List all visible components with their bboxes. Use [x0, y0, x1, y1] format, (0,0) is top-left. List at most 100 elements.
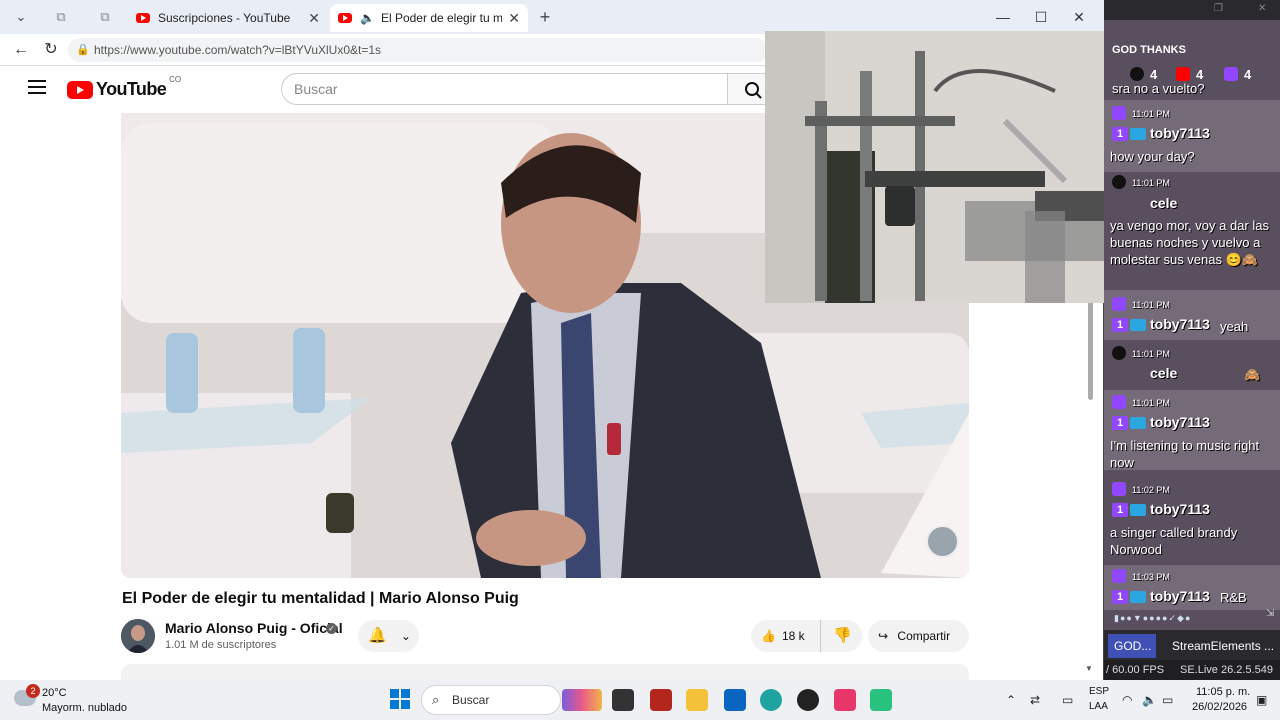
start-button[interactable]: [390, 689, 410, 709]
maximize-button[interactable]: ☐: [1026, 6, 1056, 28]
volume-icon[interactable]: 🔈: [1142, 693, 1157, 707]
obs-icon[interactable]: [797, 689, 819, 711]
close-icon[interactable]: ✕: [1258, 3, 1266, 14]
microsoft-store-icon[interactable]: [724, 689, 746, 711]
new-tab-button[interactable]: +: [532, 6, 558, 28]
search-input[interactable]: Buscar: [281, 73, 728, 105]
url-text: https://www.youtube.com/watch?v=lBtYVuXl…: [94, 43, 382, 57]
scroll-down-arrow-icon[interactable]: ▼: [1085, 664, 1093, 673]
clock-date[interactable]: 26/02/2026: [1192, 701, 1247, 713]
chat-username: cele: [1150, 195, 1178, 211]
brave-browser-icon[interactable]: [650, 689, 672, 711]
tiktok-icon: [1112, 346, 1126, 360]
youtube-logo[interactable]: YouTube CO: [67, 75, 181, 100]
restore-icon[interactable]: ❐: [1214, 3, 1223, 14]
keyboard-layout[interactable]: LAA: [1089, 701, 1108, 712]
wifi-icon[interactable]: ◠: [1122, 693, 1132, 707]
channel-avatar-image: [121, 619, 155, 653]
file-explorer-icon[interactable]: [686, 689, 708, 711]
like-dislike-group: 👍 18 k 👎: [751, 620, 862, 652]
twitch-icon: [1224, 67, 1238, 81]
chat-time: 11:01 PM: [1132, 300, 1170, 310]
chat-tab-god[interactable]: GOD...: [1108, 634, 1156, 658]
close-tab-icon[interactable]: ✕: [308, 10, 320, 27]
back-button[interactable]: ←: [10, 39, 32, 61]
chat-message-text: yeah: [1220, 319, 1249, 334]
search-icon: [745, 82, 762, 99]
system-tray: ⌃ ⇄ ▭ ESP LAA ◠ 🔈 ▭ 11:05 p. m. 26/02/20…: [1000, 680, 1280, 720]
audio-playing-icon[interactable]: 🔈: [360, 11, 375, 25]
chat-tab-streamelements[interactable]: StreamElements ...: [1166, 634, 1278, 658]
version-readout: SE.Live 26.2.5.549: [1180, 664, 1273, 676]
language-code[interactable]: ESP: [1089, 686, 1109, 697]
weather-widget[interactable]: 2 20°C Mayorm. nublado: [14, 684, 134, 716]
chat-panel: ❐ ✕ GOD THANKS 4 4 4 sra no a vuelto? 11…: [1104, 0, 1280, 680]
channel-name[interactable]: Mario Alonso Puig - Oficial: [165, 620, 343, 636]
channel-avatar[interactable]: [121, 619, 155, 653]
tiktok-live-icon[interactable]: [834, 689, 856, 711]
taskbar: 2 20°C Mayorm. nublado ⌕ Buscar ⌃ ⇄ ▭ ES…: [0, 680, 1280, 720]
tab-current-video[interactable]: 🔈 El Poder de elegir tu mentalidad | Mar…: [330, 4, 528, 32]
twitch-icon: [1112, 297, 1126, 311]
chat-message-text: 🙈: [1244, 367, 1261, 382]
minimize-button[interactable]: —: [988, 6, 1018, 28]
task-view-icon[interactable]: [612, 689, 634, 711]
chat-time: 11:01 PM: [1132, 178, 1170, 188]
chat-message-text: a singer called brandy Norwood: [1110, 525, 1238, 557]
search-button[interactable]: [728, 73, 768, 105]
youtube-play-icon: [67, 80, 93, 99]
chat-time: 11:01 PM: [1132, 398, 1170, 408]
chevron-up-icon[interactable]: ⌃: [1006, 693, 1016, 707]
chat-resize-icon[interactable]: ⇲: [1266, 608, 1274, 619]
close-tab-icon[interactable]: ✕: [508, 10, 520, 27]
chat-message-highlight: [1104, 290, 1280, 340]
share-button[interactable]: ↪ Compartir: [868, 620, 969, 652]
twitch-icon: [1112, 569, 1126, 583]
logo-text: YouTube: [96, 79, 167, 99]
emote-bar-icon[interactable]: ▮●●▼●●●●✓◆●: [1114, 613, 1264, 625]
bell-icon: 🔔: [368, 627, 387, 644]
youtube-favicon-icon: [136, 13, 150, 23]
like-button[interactable]: 👍 18 k: [751, 620, 821, 652]
lock-icon: 🔒: [76, 44, 90, 56]
chat-username: toby7113: [1150, 316, 1210, 332]
menu-icon[interactable]: [28, 80, 46, 94]
notification-icon[interactable]: ▣: [1256, 693, 1267, 707]
verified-icon: ✓: [326, 623, 337, 634]
prime-badge-icon: [1130, 591, 1146, 603]
clock-time[interactable]: 11:05 p. m.: [1196, 686, 1250, 698]
tab-subscriptions[interactable]: Suscripciones - YouTube ✕: [128, 4, 328, 32]
subscriber-badge-icon: 1: [1112, 127, 1128, 141]
prime-badge-icon: [1130, 504, 1146, 516]
chat-app-icon[interactable]: [870, 689, 892, 711]
workspace-icon[interactable]: ⧉: [48, 6, 74, 28]
battery-icon[interactable]: ▭: [1162, 693, 1173, 707]
youtube-favicon-icon: [338, 13, 352, 23]
edge-browser-icon[interactable]: [760, 689, 782, 711]
search-highlight-icon[interactable]: [562, 689, 602, 711]
chat-username: cele: [1150, 365, 1178, 381]
dislike-button[interactable]: 👎: [823, 620, 862, 652]
tab-list-button[interactable]: ⌄: [8, 6, 34, 28]
close-window-button[interactable]: ✕: [1064, 6, 1094, 28]
reload-button[interactable]: ↻: [40, 39, 62, 61]
subscriber-badge-icon: 1: [1112, 590, 1128, 604]
url-input[interactable]: 🔒 https://www.youtube.com/watch?v=lBtYVu…: [68, 38, 768, 62]
channel-watermark-avatar[interactable]: [926, 525, 959, 558]
collections-icon[interactable]: ⧉: [92, 6, 118, 28]
twitch-icon: [1112, 106, 1126, 120]
prime-badge-icon: [1130, 319, 1146, 331]
fps-readout: / 60.00 FPS: [1106, 664, 1165, 676]
description-box[interactable]: [121, 664, 969, 680]
chat-message-text: sra no a vuelto?: [1112, 81, 1205, 96]
taskbar-search-label: Buscar: [452, 693, 490, 707]
thumbs-up-icon: 👍: [761, 629, 776, 643]
prime-badge-icon: [1130, 128, 1146, 140]
chat-message-text: R&B: [1220, 590, 1247, 605]
usb-icon[interactable]: ▭: [1062, 693, 1073, 707]
taskbar-search[interactable]: ⌕ Buscar: [421, 685, 561, 715]
notifications-button[interactable]: 🔔 ⌄: [358, 620, 419, 652]
input-indicator-icon[interactable]: ⇄: [1030, 693, 1040, 707]
chat-username: toby7113: [1150, 588, 1210, 604]
subscriber-badge-icon: 1: [1112, 503, 1128, 517]
